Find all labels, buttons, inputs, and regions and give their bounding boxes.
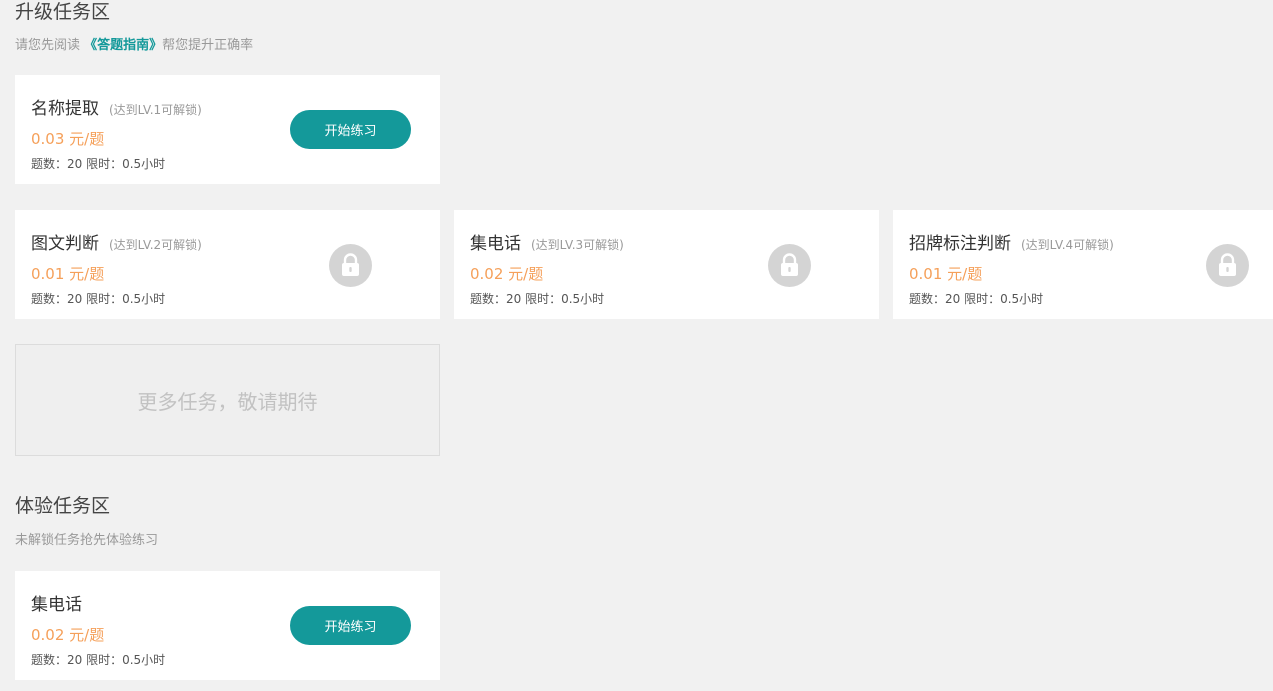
task-name: 名称提取 (达到LV.1可解锁) — [31, 94, 202, 119]
trial-task-card-collect-phone: 集电话 0.02 元/题 题数：20 限时：0.5小时 开始练习 — [15, 571, 440, 680]
task-name: 集电话 — [31, 590, 82, 615]
task-meta: 题数：20 限时：0.5小时 — [31, 653, 166, 667]
task-requirement: (达到LV.3可解锁) — [531, 238, 624, 252]
task-price: 0.01 元/题 — [31, 265, 105, 283]
task-name-text: 招牌标注判断 — [909, 234, 1011, 254]
start-practice-button[interactable]: 开始练习 — [290, 606, 411, 645]
task-name: 招牌标注判断 (达到LV.4可解锁) — [909, 229, 1114, 254]
lock-icon — [1206, 244, 1249, 287]
task-price: 0.03 元/题 — [31, 130, 105, 148]
lock-icon — [329, 244, 372, 287]
task-meta: 题数：20 限时：0.5小时 — [31, 157, 166, 171]
task-card-collect-phone: 集电话 (达到LV.3可解锁) 0.02 元/题 题数：20 限时：0.5小时 — [454, 210, 879, 319]
task-requirement: (达到LV.2可解锁) — [109, 238, 202, 252]
task-price: 0.02 元/题 — [470, 265, 544, 283]
task-name-text: 集电话 — [470, 234, 521, 254]
task-price: 0.02 元/题 — [31, 626, 105, 644]
lock-icon — [768, 244, 811, 287]
start-practice-button[interactable]: 开始练习 — [290, 110, 411, 149]
task-price: 0.01 元/题 — [909, 265, 983, 283]
task-card-image-text-judgment: 图文判断 (达到LV.2可解锁) 0.01 元/题 题数：20 限时：0.5小时 — [15, 210, 440, 319]
task-name-text: 集电话 — [31, 595, 82, 615]
subtitle-suffix: 帮您提升正确率 — [162, 38, 254, 53]
trial-section-title: 体验任务区 — [15, 495, 111, 517]
answer-guide-link[interactable]: 《答题指南》 — [84, 38, 162, 53]
more-tasks-placeholder: 更多任务，敬请期待 — [15, 344, 440, 456]
task-requirement: (达到LV.1可解锁) — [109, 103, 202, 117]
task-name-text: 图文判断 — [31, 234, 99, 254]
trial-section-subtitle: 未解锁任务抢先体验练习 — [15, 533, 159, 548]
task-name: 图文判断 (达到LV.2可解锁) — [31, 229, 202, 254]
task-card-name-extraction: 名称提取 (达到LV.1可解锁) 0.03 元/题 题数：20 限时：0.5小时 … — [15, 75, 440, 184]
upgrade-section-title: 升级任务区 — [15, 1, 111, 23]
task-meta: 题数：20 限时：0.5小时 — [31, 292, 166, 306]
task-name-text: 名称提取 — [31, 99, 99, 119]
task-name: 集电话 (达到LV.3可解锁) — [470, 229, 624, 254]
subtitle-prefix: 请您先阅读 — [15, 38, 81, 53]
task-card-signboard-annotation: 招牌标注判断 (达到LV.4可解锁) 0.01 元/题 题数：20 限时：0.5小… — [893, 210, 1273, 319]
task-meta: 题数：20 限时：0.5小时 — [470, 292, 605, 306]
upgrade-section-subtitle: 请您先阅读 《答题指南》帮您提升正确率 — [15, 34, 253, 53]
task-meta: 题数：20 限时：0.5小时 — [909, 292, 1044, 306]
task-requirement: (达到LV.4可解锁) — [1021, 238, 1114, 252]
